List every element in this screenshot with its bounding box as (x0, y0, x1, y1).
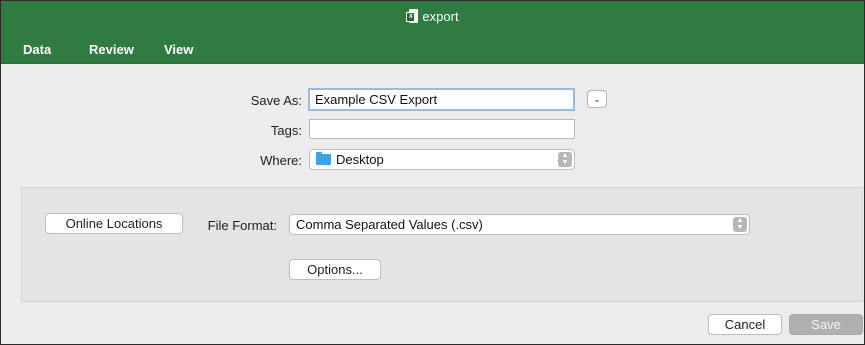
menu-view[interactable]: View (164, 42, 193, 57)
ribbon-menu-bar: Data Review View (1, 37, 864, 64)
expand-dialog-button[interactable]: ⌄ (587, 90, 607, 108)
save-as-input[interactable] (308, 88, 575, 111)
title-bar: Xexport (1, 1, 864, 37)
window-title-text: export (422, 9, 459, 24)
online-locations-button[interactable]: Online Locations (45, 213, 183, 234)
window-title: Xexport (1, 9, 864, 24)
file-format-panel (21, 187, 863, 302)
tags-label: Tags: (270, 123, 302, 138)
excel-icon: X (406, 9, 419, 23)
where-popup[interactable]: Desktop ▲ ▼ (309, 149, 575, 170)
file-format-label: File Format: (207, 218, 277, 233)
menu-data[interactable]: Data (23, 42, 51, 57)
save-as-label: Save As: (250, 93, 302, 108)
tags-input[interactable] (309, 119, 575, 139)
cancel-button[interactable]: Cancel (708, 314, 782, 335)
save-button[interactable]: Save (789, 314, 863, 335)
where-value: Desktop (336, 152, 384, 167)
chevron-down-icon: ⌄ (593, 94, 601, 104)
up-down-chevron-icon: ▲ ▼ (733, 217, 747, 232)
options-button[interactable]: Options... (289, 259, 381, 280)
where-label: Where: (260, 153, 302, 168)
file-format-popup[interactable]: Comma Separated Values (.csv) ▲ ▼ (289, 214, 750, 235)
menu-review[interactable]: Review (89, 42, 134, 57)
save-dialog-window: Xexport Data Review View Save As: ⌄ Tags… (0, 0, 865, 345)
file-format-value: Comma Separated Values (.csv) (296, 217, 483, 232)
up-down-chevron-icon: ▲ ▼ (558, 152, 572, 167)
folder-icon (316, 152, 331, 165)
